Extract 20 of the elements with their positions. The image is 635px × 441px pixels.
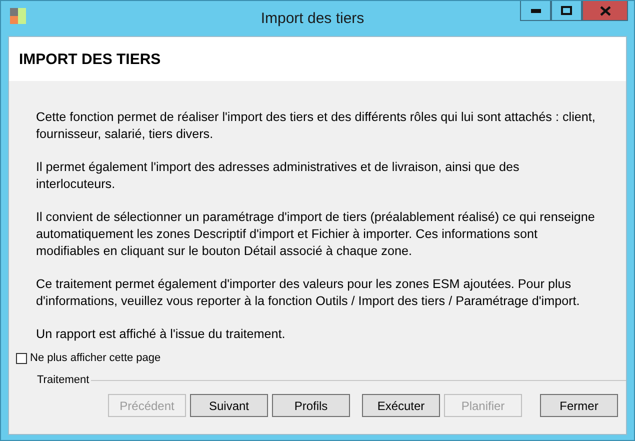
wizard-button[interactable]: Suivant xyxy=(190,394,268,417)
wizard-button[interactable]: Profils xyxy=(272,394,350,417)
window-title: Import des tiers xyxy=(260,10,364,26)
group-label: Traitement xyxy=(37,374,90,386)
app-icon xyxy=(10,8,26,24)
description-paragraph: Un rapport est affiché à l'issue du traitement. xyxy=(36,326,286,343)
wizard-button[interactable]: Fermer xyxy=(540,394,618,417)
minimize-icon xyxy=(530,8,540,12)
description-paragraph: Ce traitement permet également d'importer des valeurs pour les zones ESM ajoutées. Pour plus d'informations, veuillez vous reporter à la fonction Outils / Import des tiers / Paramétrage d'import. xyxy=(36,276,581,310)
close-icon xyxy=(600,6,610,16)
checkbox-label[interactable]: Ne plus afficher cette page xyxy=(30,352,161,364)
wizard-button[interactable]: Exécuter xyxy=(362,394,440,417)
description-paragraph: Il convient de sélectionner un paramétrage d'import de tiers (préalablement réalisé) ce qui renseigne automatiquement les zones Descriptif d'import et Fichier à importer. Ces informations sont modifiables en cliquant sur le bouton Détail associé à chaque zone. xyxy=(36,209,596,260)
minimize-button[interactable] xyxy=(520,1,551,21)
page-heading: IMPORT DES TIERS xyxy=(19,50,161,68)
checkbox[interactable] xyxy=(16,352,27,364)
description-paragraph: Cette fonction permet de réaliser l'import des tiers et des différents rôles qui lui sont attachés : client, fournisseur, salarié, tiers divers. xyxy=(36,109,596,143)
description-paragraph: Il permet également l'import des adresses administratives et de livraison, ainsi que des interlocuteurs. xyxy=(36,159,520,193)
close-button[interactable] xyxy=(582,1,628,21)
maximize-icon xyxy=(561,6,572,15)
